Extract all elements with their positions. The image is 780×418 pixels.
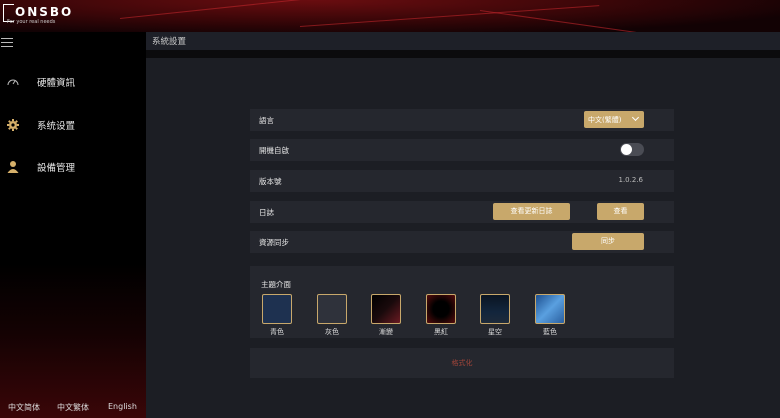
autostart-toggle[interactable] (620, 143, 644, 156)
chevron-down-icon (631, 113, 640, 122)
sync-row: 資源同步 同步 (250, 231, 674, 253)
page-title: 系統設置 (152, 37, 187, 47)
theme-option-starry[interactable]: 星空 (480, 294, 510, 336)
sidebar-item-label: 設備管理 (37, 163, 76, 174)
version-value: 1.0.2.6 (618, 176, 644, 184)
language-row: 語言 中文(繁體) (250, 109, 674, 131)
theme-option-cyan[interactable]: 青色 (262, 294, 292, 336)
sync-button[interactable]: 同步 (572, 233, 644, 250)
lang-english[interactable]: English (108, 402, 137, 411)
sidebar-item-system-settings[interactable]: 系统设置 (0, 115, 146, 137)
theme-option-black-red[interactable]: 黑紅 (426, 294, 456, 336)
language-switcher: 中文简体 中文繁体 English (0, 402, 146, 416)
theme-option-gray[interactable]: 灰色 (317, 294, 347, 336)
menu-toggle-icon[interactable] (1, 38, 13, 48)
language-label: 語言 (259, 116, 274, 125)
sidebar-item-label: 系统设置 (37, 121, 76, 132)
settings-content: 語言 中文(繁體) 開機自啟 版本號 1.0.2.6 日誌 查看更新日誌 查看 … (146, 58, 780, 418)
log-label: 日誌 (259, 208, 274, 217)
theme-option-gradient[interactable]: 漸變 (371, 294, 401, 336)
view-update-log-button[interactable]: 查看更新日誌 (493, 203, 570, 220)
version-row: 版本號 1.0.2.6 (250, 170, 674, 192)
sidebar-item-label: 硬體資訊 (37, 78, 76, 89)
sidebar-item-device-management[interactable]: 設備管理 (0, 157, 146, 179)
lang-simplified-chinese[interactable]: 中文简体 (8, 402, 40, 413)
brand-logo: ONSBO For your real needs (3, 4, 83, 26)
theme-title: 主題介面 (261, 280, 291, 289)
autostart-label: 開機自啟 (259, 146, 289, 155)
gear-icon (7, 119, 19, 131)
theme-option-blue[interactable]: 藍色 (535, 294, 565, 336)
sidebar: 硬體資訊 系统设置 設備管理 中文简体 中文繁体 English (0, 32, 146, 418)
log-row: 日誌 查看更新日誌 查看 (250, 201, 674, 223)
sidebar-item-hardware-info[interactable]: 硬體資訊 (0, 72, 146, 94)
theme-panel: 主題介面 青色 灰色 漸變 黑紅 星空 藍色 (250, 266, 674, 338)
view-log-button[interactable]: 查看 (597, 203, 644, 220)
autostart-row: 開機自啟 (250, 139, 674, 161)
reset-button[interactable]: 格式化 (250, 348, 674, 378)
page-header: 系統設置 (146, 32, 780, 50)
top-banner: ONSBO For your real needs (0, 0, 780, 32)
lang-traditional-chinese[interactable]: 中文繁体 (57, 402, 89, 413)
gauge-icon (7, 79, 19, 86)
version-label: 版本號 (259, 177, 282, 186)
sync-label: 資源同步 (259, 238, 289, 247)
language-select[interactable]: 中文(繁體) (584, 111, 644, 128)
user-icon (7, 161, 19, 173)
